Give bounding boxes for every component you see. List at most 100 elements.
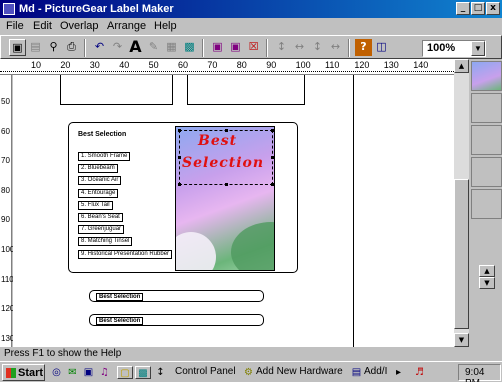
menu-help[interactable]: Help <box>154 20 177 32</box>
thumbnail-4[interactable] <box>471 157 502 187</box>
layout-icon[interactable]: ▩ <box>181 39 198 56</box>
track-item[interactable]: 4. Entourage <box>78 188 119 198</box>
panel-up-icon[interactable]: ▲ <box>479 265 495 277</box>
start-label: Start <box>18 367 44 379</box>
volume-icon[interactable]: ♬ <box>413 366 426 379</box>
align-horizontal-icon[interactable]: ↔ <box>291 39 308 56</box>
label-canvas[interactable]: Best Selection 1. Smooth Frame 2. Bluebea… <box>13 75 454 347</box>
track-item[interactable]: 2. Bluebeam <box>78 164 118 174</box>
spine-label-2[interactable]: Best Selection <box>89 314 264 326</box>
chevron-down-icon[interactable]: ▼ <box>471 41 485 56</box>
resize-handle[interactable] <box>178 129 181 132</box>
resize-handle[interactable] <box>178 156 181 159</box>
ruler-tick-label: 60 <box>178 60 189 70</box>
track-item[interactable]: 7. Greenjuguar <box>78 225 125 235</box>
art-light-shape <box>176 232 216 270</box>
image-tool-icon[interactable]: ✎ <box>145 39 162 56</box>
spine-label-1[interactable]: Best Selection <box>89 290 264 302</box>
ruler-dots <box>0 71 454 72</box>
scroll-up-icon[interactable]: ▲ <box>454 59 469 73</box>
help-icon[interactable]: ? <box>355 39 372 56</box>
vertical-scrollbar[interactable]: ▲ ▼ <box>454 59 469 347</box>
track-item[interactable]: 9. Historical Presentation Rubber <box>78 249 173 259</box>
vertical-ruler: 50 60 70 80 90 100 110 120 130 <box>0 75 14 347</box>
clock: 9:04 PM <box>465 367 485 382</box>
distribute-horizontal-icon[interactable]: ↔ <box>327 39 344 56</box>
scroll-task-icon[interactable]: ↕ <box>154 366 167 379</box>
resize-handle[interactable] <box>225 129 228 132</box>
ie-icon[interactable]: ◎ <box>50 366 63 379</box>
ruler-tick-label: 120 <box>354 60 370 70</box>
close-button[interactable]: x <box>486 2 500 15</box>
art-title-line2[interactable]: Selection <box>182 155 264 171</box>
thumbnail-1[interactable] <box>471 61 502 91</box>
track-item-label: 1. Smooth Frame <box>78 152 131 161</box>
menu-edit[interactable]: Edit <box>33 20 52 32</box>
status-bar: Press F1 to show the Help <box>0 347 502 361</box>
resize-handle[interactable] <box>225 183 228 186</box>
label-box-top-right[interactable] <box>187 75 305 105</box>
delete-object-icon[interactable]: ☒ <box>245 39 262 56</box>
toolbar-separator <box>84 39 86 57</box>
cd-label-card[interactable]: Best Selection 1. Smooth Frame 2. Bluebea… <box>68 122 298 273</box>
thumbnail-2[interactable] <box>471 93 502 123</box>
undo-icon[interactable]: ↶ <box>91 39 108 56</box>
track-item[interactable]: 5. Flux Tail <box>78 200 113 210</box>
art-title-line1[interactable]: Best <box>198 133 237 149</box>
scroll-thumb[interactable] <box>454 179 469 329</box>
text-tool-icon[interactable]: A <box>127 39 144 56</box>
control-panel-task[interactable]: Control Panel <box>175 366 236 377</box>
send-back-icon[interactable]: ▣ <box>227 39 244 56</box>
redo-icon[interactable]: ↷ <box>109 39 126 56</box>
ruler-tick-label: 70 <box>207 60 218 70</box>
print-preview-icon[interactable]: ⚲ <box>45 39 62 56</box>
label-box-top-left[interactable] <box>60 75 173 105</box>
vruler-tick-label: 90 <box>1 215 10 225</box>
maximize-button[interactable]: □ <box>471 2 485 15</box>
thumbnail-5[interactable] <box>471 189 502 219</box>
save-icon[interactable]: ▤ <box>27 39 44 56</box>
menu-arrange[interactable]: Arrange <box>107 20 146 32</box>
bring-front-icon[interactable]: ▣ <box>209 39 226 56</box>
app-icon[interactable] <box>3 3 15 15</box>
minimize-button[interactable]: _ <box>456 2 470 15</box>
track-item-label: 5. Flux Tail <box>78 200 113 210</box>
label-maker-task-icon[interactable]: ▩ <box>135 366 151 379</box>
align-vertical-icon[interactable]: ↕ <box>273 39 290 56</box>
label-artwork[interactable]: Best Selection <box>175 126 275 271</box>
track-item-label: 9. Historical Presentation Rubber <box>78 249 173 259</box>
resize-handle[interactable] <box>271 156 274 159</box>
track-item-label: 8. Matching Tinsel <box>78 237 133 247</box>
add-hardware-task[interactable]: Add New Hardware <box>256 366 343 377</box>
distribute-vertical-icon[interactable]: ↕ <box>309 39 326 56</box>
menu-file[interactable]: File <box>6 20 24 32</box>
start-button[interactable]: Start <box>2 364 45 381</box>
track-item[interactable]: 8. Matching Tinsel <box>78 237 133 247</box>
menu-overlap[interactable]: Overlap <box>60 20 99 32</box>
resize-handle[interactable] <box>271 183 274 186</box>
thumbnail-3[interactable] <box>471 125 502 155</box>
art-leaf-shape <box>231 222 274 270</box>
add-task[interactable]: Add/I <box>364 366 387 377</box>
panel-down-icon[interactable]: ▼ <box>479 277 495 289</box>
desktop-icon[interactable]: ▣ <box>82 366 95 379</box>
track-item[interactable]: 3. Oceanic Air <box>78 176 122 186</box>
task-arrow-icon[interactable]: ▸ <box>392 366 405 379</box>
channels-icon[interactable]: ♫ <box>98 366 111 379</box>
zoom-select[interactable]: 100% ▼ <box>422 40 486 57</box>
outlook-icon[interactable]: ✉ <box>66 366 79 379</box>
zoom-icon[interactable]: ◫ <box>373 39 390 56</box>
open-icon[interactable]: ▣ <box>9 39 26 56</box>
toolbar-separator <box>202 39 204 57</box>
track-item[interactable]: 6. Bean's Seat <box>78 213 123 222</box>
title-bar: Md - PictureGear Label Maker _ □ x <box>0 0 502 18</box>
track-item[interactable]: 1. Smooth Frame <box>78 152 131 161</box>
system-tray: 9:04 PM <box>458 364 501 382</box>
shape-tool-icon[interactable]: ▦ <box>163 39 180 56</box>
resize-handle[interactable] <box>271 129 274 132</box>
folder-task-icon[interactable]: ▢ <box>117 366 133 379</box>
label-heading[interactable]: Best Selection <box>78 131 126 138</box>
resize-handle[interactable] <box>178 183 181 186</box>
scroll-down-icon[interactable]: ▼ <box>454 333 469 347</box>
print-icon[interactable]: ⎙ <box>63 39 80 56</box>
